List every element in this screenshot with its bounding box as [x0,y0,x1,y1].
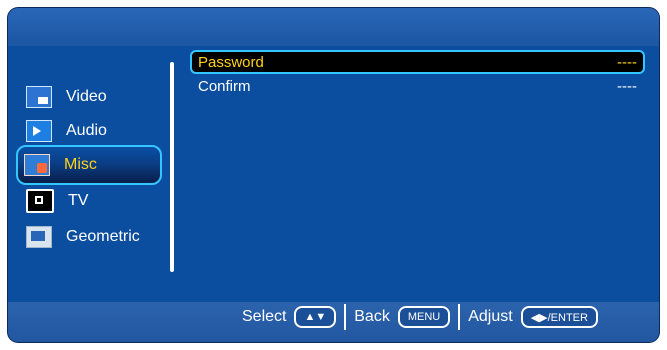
sidebar-item-audio[interactable]: Audio [26,118,107,144]
sidebar-item-tv[interactable]: TV [26,188,88,214]
footer-separator [458,304,461,330]
sidebar-item-label: TV [68,192,89,209]
title-bar [8,8,659,46]
sidebar-item-misc[interactable]: Misc [16,145,162,185]
sidebar-item-geometric[interactable]: Geometric [26,224,140,250]
confirm-label: Confirm [198,77,251,95]
sidebar-item-label: Audio [66,122,107,139]
sidebar-item-label: Video [66,88,107,105]
password-label: Password [198,53,264,71]
geometric-icon [26,226,52,248]
tv-icon [26,189,54,213]
adjust-hint-label: Adjust [468,308,513,325]
password-value: ---- [617,53,637,71]
enter-key[interactable]: ◀▶/ENTER [520,306,598,328]
select-key[interactable]: ▲▼ [294,306,337,328]
sidebar-item-video[interactable]: Video [26,84,107,110]
misc-icon [24,154,50,176]
footer-separator [344,304,347,330]
select-hint-label: Select [242,308,287,325]
sidebar-item-label: Geometric [66,228,140,245]
menu-key[interactable]: MENU [397,306,451,328]
sidebar-divider [170,62,174,272]
footer-hints: Select ▲▼ Back MENU Adjust ◀▶/ENTER [242,304,598,330]
back-hint-label: Back [354,308,390,325]
password-row[interactable]: Password ---- [190,50,645,74]
confirm-value: ---- [617,77,637,95]
video-icon [26,86,52,108]
audio-icon [26,120,52,142]
confirm-row[interactable]: Confirm ---- [190,76,645,96]
sidebar-item-label: Misc [64,156,97,173]
